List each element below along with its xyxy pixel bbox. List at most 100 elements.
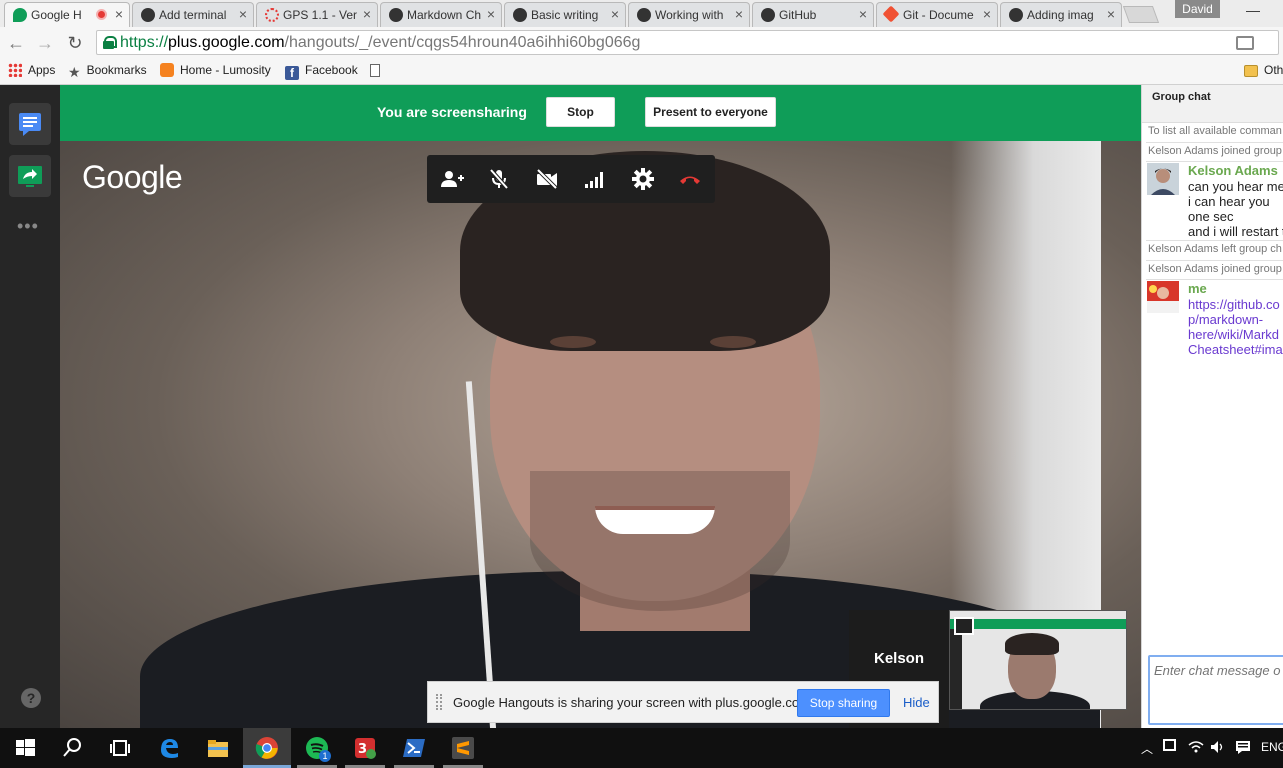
profile-button[interactable]: David (1175, 0, 1220, 18)
help-icon[interactable]: ? (21, 688, 41, 708)
tab-title: Basic writing (531, 8, 599, 22)
taskbar-spotify[interactable]: 1 (305, 736, 331, 762)
avatar-kelson[interactable] (1147, 163, 1179, 195)
divider (1146, 142, 1283, 143)
chat-link[interactable]: Cheatsheet#ima (1188, 342, 1283, 357)
taskbar-file-explorer[interactable] (206, 736, 230, 760)
github-icon (513, 8, 527, 22)
chrome-icon (255, 737, 278, 759)
tab-close-icon[interactable]: × (983, 6, 991, 22)
tab-github[interactable]: GitHub × (752, 2, 874, 27)
chat-link[interactable]: p/markdown- (1188, 312, 1263, 327)
bookmark-facebook[interactable]: f Facebook (285, 63, 358, 81)
tray-chevron-up-icon[interactable]: ︿ (1141, 740, 1153, 757)
bookmark-bookmarks[interactable]: ★ Bookmarks (68, 63, 147, 81)
avatar-image (1147, 281, 1179, 313)
bookmark-lumosity[interactable]: Home - Lumosity (160, 63, 271, 81)
avatar-me[interactable] (1147, 281, 1179, 313)
address-bar[interactable]: https://plus.google.com/hangouts/_/event… (96, 30, 1279, 55)
taskbar-chrome[interactable] (255, 736, 279, 760)
taskbar-edge[interactable] (157, 736, 181, 760)
hang-up-button[interactable] (678, 167, 702, 191)
tab-title: Working with (655, 8, 724, 22)
chat-icon (19, 113, 41, 136)
invite-people-button[interactable] (440, 167, 464, 191)
tab-basic-writing[interactable]: Basic writing × (504, 2, 626, 27)
tab-close-icon[interactable]: × (1107, 6, 1115, 22)
camera-toggle-button[interactable] (535, 167, 559, 191)
action-center-icon[interactable] (1235, 740, 1251, 757)
back-button[interactable]: ← (4, 31, 28, 55)
chat-toggle-button[interactable] (9, 103, 51, 145)
divider (1146, 279, 1283, 280)
wifi-icon[interactable] (1188, 740, 1204, 757)
tab-close-icon[interactable]: × (735, 6, 743, 22)
settings-button[interactable] (631, 167, 655, 191)
tab-gps[interactable]: GPS 1.1 - Ver × (256, 2, 378, 27)
camera-off-icon (536, 168, 558, 190)
svg-text:3: 3 (358, 742, 367, 757)
tab-title: Adding imag (1027, 8, 1094, 22)
github-icon (1009, 8, 1023, 22)
other-bookmarks[interactable]: Oth (1244, 63, 1283, 81)
tab-markdown[interactable]: Markdown Ch × (380, 2, 502, 27)
taskbar-sublime[interactable] (451, 736, 475, 760)
taskbar-powershell[interactable] (402, 736, 426, 760)
chat-input[interactable] (1154, 661, 1283, 679)
drag-handle[interactable] (436, 694, 442, 710)
tab-close-icon[interactable]: × (239, 6, 247, 22)
present-to-everyone-button[interactable]: Present to everyone (645, 97, 776, 127)
github-icon (389, 8, 403, 22)
video-beard (530, 471, 790, 611)
start-button[interactable] (13, 736, 37, 760)
tab-git-docs[interactable]: Git - Docume × (876, 2, 998, 27)
chat-system-message: Kelson Adams joined group (1148, 145, 1282, 157)
tab-close-icon[interactable]: × (487, 6, 495, 22)
volume-icon[interactable] (1210, 740, 1226, 757)
hang-up-icon (680, 176, 700, 184)
language-indicator[interactable]: ENG (1261, 740, 1283, 754)
new-tab-button[interactable] (1122, 6, 1160, 23)
chat-input-box[interactable] (1148, 655, 1283, 725)
chat-link[interactable]: here/wiki/Markd (1188, 327, 1279, 342)
tab-adding-images[interactable]: Adding imag × (1000, 2, 1122, 27)
chat-system-message: Kelson Adams left group ch (1148, 243, 1282, 255)
stop-sharing-button[interactable]: Stop sharing (797, 689, 890, 717)
screenshare-button[interactable] (9, 155, 51, 197)
search-button[interactable] (60, 736, 84, 760)
reload-button[interactable]: ↻ (63, 31, 87, 55)
self-view-tile[interactable] (949, 610, 1127, 710)
tab-close-icon[interactable]: × (859, 6, 867, 22)
forward-button[interactable]: → (33, 31, 57, 55)
apps-grid-icon (8, 63, 22, 77)
mute-mic-button[interactable] (487, 167, 511, 191)
tab-hangouts[interactable]: Google H × (4, 2, 130, 27)
bookmark-page[interactable] (370, 63, 386, 81)
chat-message-line: can you hear me (1188, 179, 1283, 194)
stop-button[interactable]: Stop (546, 97, 615, 127)
tab-close-icon[interactable]: × (363, 6, 371, 22)
hide-notice-link[interactable]: Hide (903, 695, 930, 710)
taskbar: 1 3 ︿ ENG (0, 728, 1283, 768)
tab-add-terminal[interactable]: Add terminal × (132, 2, 254, 27)
more-apps-button[interactable]: ••• (17, 216, 39, 237)
taskbar-app-red[interactable]: 3 (353, 736, 377, 760)
bookmarks-bar: Apps ★ Bookmarks Home - Lumosity f Faceboo… (0, 58, 1283, 85)
chat-link[interactable]: https://github.co (1188, 297, 1280, 312)
bookmark-apps[interactable]: Apps (8, 63, 55, 81)
bandwidth-button[interactable] (583, 167, 607, 191)
sharing-notice-text: Google Hangouts is sharing your screen w… (453, 695, 814, 710)
tab-title: Git - Docume (903, 8, 974, 22)
tab-title: Markdown Ch (407, 8, 481, 22)
chat-system-message: To list all available comman (1148, 125, 1282, 137)
cast-icon[interactable] (1236, 36, 1254, 50)
avatar-image (1147, 163, 1179, 195)
app-icon: 3 (355, 738, 376, 759)
task-view-button[interactable] (108, 736, 132, 760)
tab-close-icon[interactable]: × (115, 6, 123, 22)
task-view-icon (110, 740, 130, 756)
tab-working-with[interactable]: Working with × (628, 2, 750, 27)
battery-icon[interactable] (1163, 739, 1176, 751)
tab-close-icon[interactable]: × (611, 6, 619, 22)
minimize-button[interactable]: — (1238, 2, 1268, 22)
